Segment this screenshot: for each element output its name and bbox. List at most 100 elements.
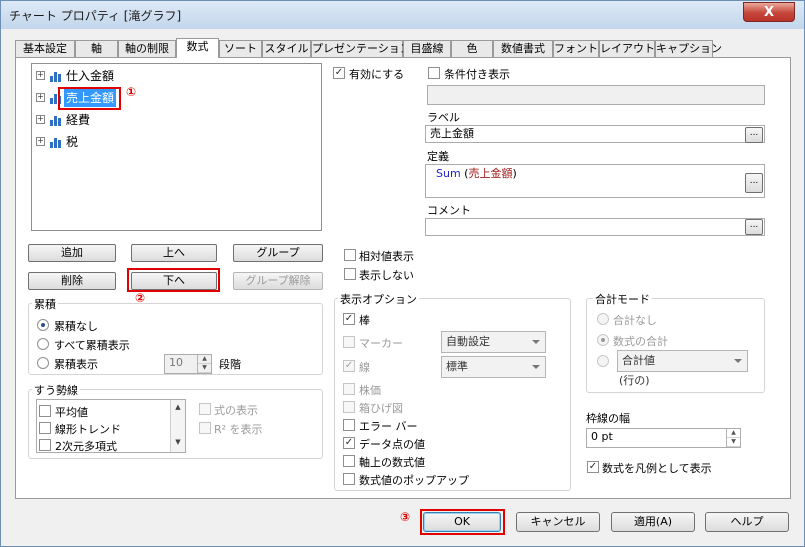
expression-total-radio[interactable] bbox=[597, 334, 609, 346]
help-button[interactable]: ヘルプ bbox=[705, 512, 789, 532]
bar-border-spinner[interactable]: ▲ ▼ bbox=[726, 429, 740, 447]
invisible-checkbox[interactable] bbox=[344, 268, 356, 280]
conditional-input[interactable] bbox=[427, 85, 765, 105]
accumulation-title: 累積 bbox=[32, 296, 58, 312]
legend-checkbox[interactable]: ✓ bbox=[587, 461, 599, 473]
label-input[interactable]: 売上金額 bbox=[425, 125, 765, 143]
tab-axes[interactable]: 目盛線 bbox=[403, 40, 451, 57]
expression-label: 仕入金額 bbox=[66, 69, 115, 83]
label-value: 売上金額 bbox=[430, 127, 474, 140]
marker-style-select[interactable]: 自動設定 bbox=[441, 331, 546, 353]
definition-argument: 売上金額 bbox=[468, 167, 513, 180]
tab-colors[interactable]: 色 bbox=[451, 40, 493, 57]
show-r2-checkbox[interactable] bbox=[199, 422, 211, 434]
line-style-select[interactable]: 標準 bbox=[441, 356, 546, 378]
show-equation-label: 式の表示 bbox=[214, 404, 258, 417]
scroll-up-icon[interactable]: ▲ bbox=[171, 403, 185, 411]
candlestick-checkbox[interactable] bbox=[343, 383, 355, 395]
spin-up-icon[interactable]: ▲ bbox=[198, 355, 211, 364]
accumulation-none-radio[interactable] bbox=[37, 319, 49, 331]
trendlines-title: すう勢線 bbox=[32, 382, 80, 398]
relative-checkbox[interactable] bbox=[344, 249, 356, 261]
values-on-points-label: データ点の値 bbox=[359, 438, 425, 451]
tab-caption[interactable]: キャプション bbox=[655, 40, 722, 57]
trendline-linear-checkbox[interactable] bbox=[39, 422, 51, 434]
bar-chart-icon bbox=[50, 70, 64, 82]
spin-up-icon[interactable]: ▲ bbox=[727, 429, 740, 438]
text-on-axis-checkbox[interactable] bbox=[343, 455, 355, 467]
candlestick-label: 株価 bbox=[359, 384, 381, 397]
relative-label: 相対値表示 bbox=[359, 250, 414, 263]
tab-font[interactable]: フォント bbox=[553, 40, 599, 57]
show-r2-label: R² を表示 bbox=[214, 423, 263, 436]
expand-icon[interactable]: + bbox=[36, 115, 45, 124]
enable-checkbox[interactable]: ✓ bbox=[333, 67, 345, 79]
highlight-box-3 bbox=[420, 509, 505, 535]
annotation-mark-3: ③ bbox=[400, 510, 411, 524]
spin-down-icon[interactable]: ▼ bbox=[727, 438, 740, 447]
no-totals-radio[interactable] bbox=[597, 313, 609, 325]
row-label: (行の) bbox=[619, 374, 650, 387]
expand-icon[interactable]: + bbox=[36, 93, 45, 102]
trendline-average-checkbox[interactable] bbox=[39, 405, 51, 417]
comment-title: コメント bbox=[427, 204, 471, 217]
cancel-button[interactable]: キャンセル bbox=[516, 512, 600, 532]
accumulation-none-label: 累積なし bbox=[54, 320, 98, 333]
errorbar-checkbox[interactable] bbox=[343, 419, 355, 431]
close-button[interactable]: X bbox=[743, 2, 795, 22]
popup-checkbox[interactable] bbox=[343, 473, 355, 485]
comment-ellipsis-button[interactable]: ... bbox=[745, 219, 763, 235]
tab-dimension-limits[interactable]: 軸の制限 bbox=[118, 40, 176, 57]
tab-sort[interactable]: ソート bbox=[219, 40, 262, 57]
values-on-points-checkbox[interactable]: ✓ bbox=[343, 437, 355, 449]
definition-input[interactable]: Sum (売上金額) bbox=[425, 164, 765, 198]
tab-number[interactable]: 数値書式 bbox=[493, 40, 553, 57]
window-title: チャート プロパティ [滝グラフ] bbox=[9, 9, 182, 23]
expression-label: 税 bbox=[66, 135, 79, 149]
tab-style[interactable]: スタイル bbox=[262, 40, 311, 57]
bar-border-input[interactable]: 0 pt ▲ ▼ bbox=[586, 428, 741, 448]
conditional-checkbox[interactable] bbox=[428, 67, 440, 79]
tab-dimensions[interactable]: 軸 bbox=[75, 40, 118, 57]
marker-checkbox[interactable] bbox=[343, 336, 355, 348]
add-button[interactable]: 追加 bbox=[28, 244, 116, 262]
tab-layout[interactable]: レイアウト bbox=[599, 40, 655, 57]
title-bar: チャート プロパティ [滝グラフ] X bbox=[1, 1, 804, 29]
trendline-poly2-checkbox[interactable] bbox=[39, 439, 51, 451]
highlight-box-2 bbox=[127, 268, 220, 292]
tab-general[interactable]: 基本設定 bbox=[15, 40, 75, 57]
legend-label: 数式を凡例として表示 bbox=[602, 462, 712, 475]
delete-button[interactable]: 削除 bbox=[28, 272, 116, 290]
tab-expressions[interactable]: 数式 bbox=[176, 38, 219, 58]
expand-icon[interactable]: + bbox=[36, 137, 45, 146]
trendline-list[interactable]: 平均値 線形トレンド 2次元多項式 ▲ ▼ bbox=[36, 399, 186, 453]
ungroup-button[interactable]: グループ解除 bbox=[233, 272, 323, 290]
tab-presentation[interactable]: プレゼンテーション bbox=[311, 40, 411, 57]
bar-checkbox[interactable]: ✓ bbox=[343, 313, 355, 325]
expand-icon[interactable]: + bbox=[36, 71, 45, 80]
comment-input[interactable] bbox=[425, 218, 765, 236]
total-function-select[interactable]: 合計値 bbox=[617, 350, 748, 372]
boxplot-checkbox[interactable] bbox=[343, 401, 355, 413]
line-checkbox[interactable]: ✓ bbox=[343, 360, 355, 372]
accumulation-all-radio[interactable] bbox=[37, 338, 49, 350]
trendline-scrollbar[interactable]: ▲ ▼ bbox=[170, 400, 185, 452]
move-up-button[interactable]: 上へ bbox=[131, 244, 217, 262]
line-label: 線 bbox=[359, 361, 370, 374]
bar-label: 棒 bbox=[359, 314, 370, 327]
chevron-down-icon bbox=[734, 359, 742, 363]
steps-spinner[interactable]: ▲ ▼ bbox=[197, 355, 211, 373]
steps-input[interactable]: 10 ▲ ▼ bbox=[164, 354, 212, 374]
marker-style-value: 自動設定 bbox=[446, 335, 490, 348]
total-function-radio[interactable] bbox=[597, 355, 609, 367]
definition-ellipsis-button[interactable]: ... bbox=[745, 173, 763, 193]
spin-down-icon[interactable]: ▼ bbox=[198, 364, 211, 373]
bar-chart-icon bbox=[50, 136, 64, 148]
apply-button[interactable]: 適用(A) bbox=[611, 512, 695, 532]
show-equation-checkbox[interactable] bbox=[199, 403, 211, 415]
accumulation-show-radio[interactable] bbox=[37, 357, 49, 369]
label-ellipsis-button[interactable]: ... bbox=[745, 127, 763, 143]
group-button[interactable]: グループ bbox=[233, 244, 323, 262]
accumulation-all-label: すべて累積表示 bbox=[54, 339, 130, 352]
scroll-down-icon[interactable]: ▼ bbox=[171, 438, 185, 446]
